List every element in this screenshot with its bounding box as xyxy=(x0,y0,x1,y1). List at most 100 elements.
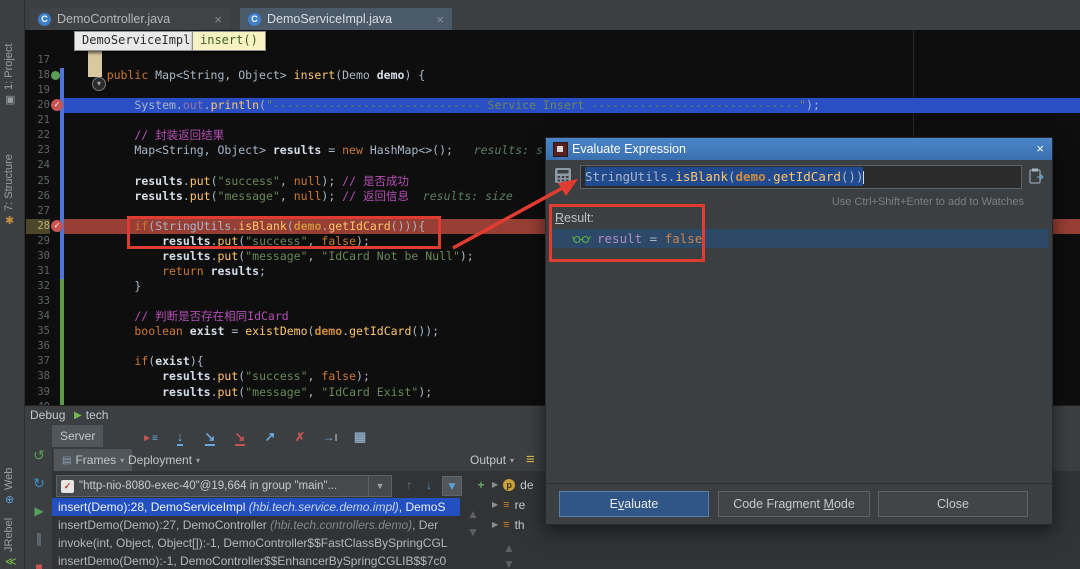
line-number[interactable]: 19 xyxy=(26,83,50,98)
variable-row[interactable]: ▶≡re xyxy=(492,496,525,514)
vcs-change-marker xyxy=(60,128,64,143)
line-number[interactable]: 23 xyxy=(26,143,50,158)
thread-dropdown-arrow[interactable]: ▼ xyxy=(368,475,392,497)
expand-arrow-icon[interactable]: ▶ xyxy=(492,496,498,514)
breakpoint-icon[interactable]: ✓ xyxy=(51,220,64,233)
line-number[interactable]: 30 xyxy=(26,249,50,264)
frame-row[interactable]: invoke(int, Object, Object[]):-1, DemoCo… xyxy=(52,534,460,552)
line-number[interactable]: 37 xyxy=(26,354,50,369)
frame-text: insertDemo(Demo):27, DemoController xyxy=(58,518,270,532)
line-number[interactable]: 39 xyxy=(26,385,50,400)
vcs-change-marker xyxy=(60,354,64,369)
rerun-server-icon[interactable]: ↺ xyxy=(30,446,48,464)
ide-window: 1: Project▣7: Structure✱Web⊕JRebel≪ CDem… xyxy=(0,0,1080,569)
vcs-change-marker xyxy=(60,264,64,279)
show-execution-point-icon[interactable]: ►≡ xyxy=(140,427,160,447)
line-number[interactable]: 26 xyxy=(26,189,50,204)
scroll-marker xyxy=(88,47,102,77)
run-to-cursor-icon[interactable]: →I xyxy=(320,427,340,447)
dialog-icon xyxy=(553,142,568,157)
add-icon[interactable]: + xyxy=(472,476,490,494)
breadcrumb-chip[interactable]: insert() xyxy=(192,31,266,51)
tab-output[interactable]: Output▾ xyxy=(462,449,522,471)
close-button[interactable]: Close xyxy=(878,491,1028,517)
line-number[interactable]: 17 xyxy=(26,53,50,68)
line-number[interactable]: 27 xyxy=(26,204,50,219)
code-text: System.out.println("--------------------… xyxy=(79,98,820,113)
hamburger-icon[interactable]: ≡ xyxy=(526,451,535,468)
line-number[interactable]: 22 xyxy=(26,128,50,143)
force-step-into-icon[interactable]: ↘ xyxy=(230,427,250,447)
arrow-down-icon[interactable]: ↓ xyxy=(420,476,438,494)
debug-tab[interactable]: Debug xyxy=(30,408,65,422)
tab-server[interactable]: Server xyxy=(52,425,103,447)
history-icon[interactable] xyxy=(1028,167,1046,185)
thread-selector[interactable]: ✓ "http-nio-8080-exec-40"@19,664 in grou… xyxy=(56,475,376,497)
line-number[interactable]: 24 xyxy=(26,158,50,173)
vcs-change-marker xyxy=(60,174,64,189)
code-line-18: 18▾ public Map<String, Object> insert(De… xyxy=(24,68,1080,83)
var-down-icon[interactable]: ▼ xyxy=(500,555,518,569)
code-text: public Map<String, Object> insert(Demo d… xyxy=(79,68,425,83)
tab-deployment[interactable]: Deployment▾ xyxy=(120,449,208,471)
line-number[interactable]: 35 xyxy=(26,324,50,339)
class-icon: C xyxy=(38,13,51,26)
expand-arrow-icon[interactable]: ▶ xyxy=(492,516,498,534)
dialog-titlebar[interactable]: Evaluate Expression × xyxy=(546,138,1052,160)
resume-program-icon[interactable]: ▶ xyxy=(30,502,48,520)
code-fragment-mode-button[interactable]: Code Fragment Mode xyxy=(718,491,870,517)
editor-tabbar: CDemoController.java× CDemoServiceImpl.ja… xyxy=(24,0,1080,31)
close-icon[interactable]: × xyxy=(436,12,444,27)
editor-tab-1[interactable]: CDemoController.java× xyxy=(30,8,230,30)
step-into-icon[interactable]: ↘ xyxy=(200,427,220,447)
vcs-change-marker xyxy=(60,143,64,158)
filter-funnel-icon[interactable]: ▼ xyxy=(442,476,462,496)
toolwindow-button--project[interactable]: 1: Project▣ xyxy=(0,6,24,106)
scroll-down-icon[interactable]: ▼ xyxy=(464,523,482,541)
line-number[interactable]: 31 xyxy=(26,264,50,279)
vcs-change-marker xyxy=(60,249,64,264)
line-number[interactable]: 34 xyxy=(26,309,50,324)
frame-row[interactable]: insertDemo(Demo):27, DemoController (hbi… xyxy=(52,516,460,534)
frame-row[interactable]: insertDemo(Demo):-1, DemoController$$Enh… xyxy=(52,552,460,569)
expand-arrow-icon[interactable]: ▶ xyxy=(492,476,498,494)
field-icon: ≡ xyxy=(503,496,509,514)
pause-program-icon[interactable]: ∥ xyxy=(30,530,48,548)
line-number[interactable]: 38 xyxy=(26,369,50,384)
method-entry-icon[interactable] xyxy=(51,69,64,82)
line-number[interactable]: 32 xyxy=(26,279,50,294)
breadcrumb-chip[interactable]: DemoServiceImpl xyxy=(74,31,198,51)
line-number[interactable]: 28 xyxy=(26,219,50,234)
step-out-icon[interactable]: ↗ xyxy=(260,427,280,447)
code-text: if(exist){ xyxy=(79,354,204,369)
step-over-icon[interactable]: ↓ xyxy=(170,427,190,447)
line-number[interactable]: 29 xyxy=(26,234,50,249)
editor-tab-2[interactable]: CDemoServiceImpl.java× xyxy=(240,8,452,30)
line-number[interactable]: 25 xyxy=(26,174,50,189)
toolwindow-button-jrebel[interactable]: JRebel≪ xyxy=(0,506,24,568)
drop-frame-icon[interactable]: ✗ xyxy=(290,427,310,447)
scroll-up-icon[interactable]: ▲ xyxy=(464,505,482,523)
close-icon[interactable]: × xyxy=(214,12,222,27)
line-number[interactable]: 33 xyxy=(26,294,50,309)
line-number[interactable]: 36 xyxy=(26,339,50,354)
stop-server-icon[interactable]: ■ xyxy=(30,558,48,569)
line-number[interactable]: 20 xyxy=(26,98,50,113)
toolwindow-button-web[interactable]: Web⊕ xyxy=(0,428,24,506)
run-config-tab[interactable]: ▶ tech xyxy=(74,408,108,422)
close-icon[interactable]: × xyxy=(1036,138,1044,160)
evaluate-button[interactable]: Evaluate xyxy=(559,491,709,517)
frame-row[interactable]: insert(Demo):28, DemoServiceImpl (hbi.te… xyxy=(52,498,460,516)
variable-row[interactable]: ▶≡th xyxy=(492,516,525,534)
expression-input[interactable]: StringUtils.isBlank(demo.getIdCard()) xyxy=(580,165,1022,189)
line-number[interactable]: 18 xyxy=(26,68,50,83)
vcs-change-marker xyxy=(60,385,64,400)
arrow-up-icon[interactable]: ↑ xyxy=(400,476,418,494)
variable-row[interactable]: ▶pde xyxy=(492,476,534,494)
breakpoint-icon[interactable]: ✓ xyxy=(51,99,64,112)
evaluate-view-icon[interactable]: ▦ xyxy=(350,427,370,447)
vcs-change-marker xyxy=(60,339,64,354)
redeploy-icon[interactable]: ↻ xyxy=(30,474,48,492)
toolwindow-button--structure[interactable]: 7: Structure✱ xyxy=(0,112,24,227)
line-number[interactable]: 21 xyxy=(26,113,50,128)
